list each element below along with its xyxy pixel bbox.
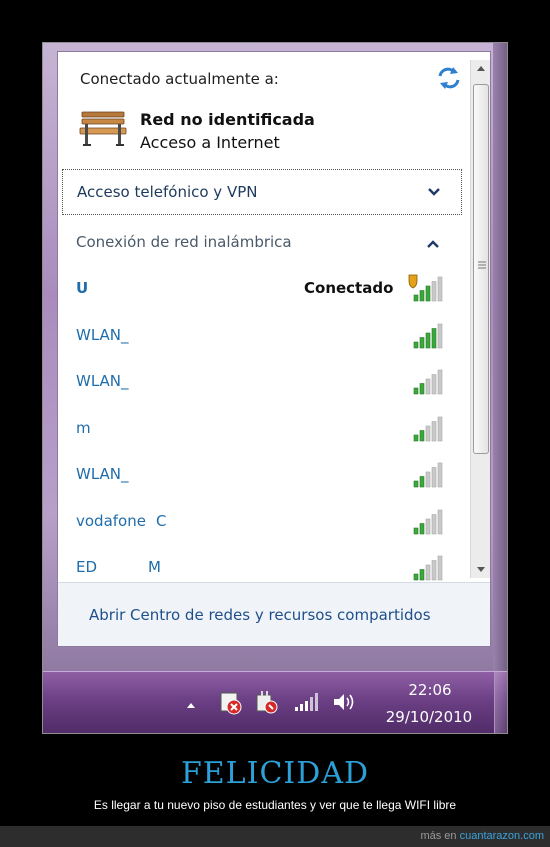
clock-time[interactable]: 22:06	[385, 681, 475, 699]
current-network-name: Red no identificada	[140, 110, 315, 129]
poster-title: FELICIDAD	[180, 756, 370, 791]
wifi-network-row[interactable]: vodafone C	[62, 501, 462, 541]
network-flyout: Conectado actualmente a: Red no identifi…	[57, 51, 491, 647]
signal-bar	[425, 471, 431, 488]
signal-bar	[431, 281, 437, 302]
wifi-network-row[interactable]: m	[62, 408, 462, 448]
show-hidden-icons-arrow[interactable]	[185, 700, 197, 710]
signal-bar	[437, 369, 443, 395]
wifi-network-row[interactable]: WLAN_	[62, 361, 462, 401]
credit-prefix: más en	[420, 830, 457, 842]
signal-bar	[437, 462, 443, 488]
signal-bar	[413, 294, 419, 302]
scroll-thumb[interactable]	[473, 84, 489, 454]
section-dialup-vpn[interactable]: Acceso telefónico y VPN	[62, 169, 462, 215]
speaker-icon[interactable]	[331, 689, 357, 715]
signal-bar	[413, 480, 419, 488]
signal-bar	[437, 416, 443, 441]
scroll-down-arrow-icon[interactable]	[471, 560, 491, 578]
signal-bar	[419, 522, 425, 534]
signal-bar	[431, 374, 437, 395]
wifi-network-name-suffix: C	[156, 511, 167, 530]
scroll-up-arrow-icon[interactable]	[471, 60, 491, 78]
credit-bar: más en cuantarazon.com	[0, 826, 550, 847]
clock-date[interactable]: 29/10/2010	[379, 708, 479, 726]
wifi-network-name: vodafone	[76, 511, 146, 530]
signal-bar	[419, 290, 425, 302]
section-wireless[interactable]: Conexión de red inalámbrica	[62, 227, 462, 261]
signal-strength-icon	[413, 323, 443, 348]
current-network-access: Acceso a Internet	[140, 133, 280, 152]
open-network-center-link[interactable]: Abrir Centro de redes y recursos compart…	[89, 606, 431, 624]
signal-bar	[431, 560, 437, 581]
signal-bar	[431, 467, 437, 488]
signal-bar	[425, 332, 431, 348]
signal-bar	[419, 476, 425, 488]
signal-bar	[413, 573, 419, 581]
signal-bar	[419, 429, 425, 441]
signal-bar	[437, 555, 443, 581]
refresh-icon[interactable]	[436, 66, 462, 90]
chevron-down-icon	[428, 188, 440, 196]
signal-bar	[425, 378, 431, 395]
credit-text: más en cuantarazon.com	[420, 830, 544, 842]
signal-bar	[437, 276, 443, 302]
wifi-network-row[interactable]: U Conectado	[62, 268, 462, 308]
signal-strength-icon	[408, 274, 443, 302]
section-dialup-label: Acceso telefónico y VPN	[77, 183, 258, 201]
signal-bar	[425, 518, 431, 534]
wifi-network-row[interactable]: WLAN_	[62, 454, 462, 494]
signal-bar	[437, 509, 443, 534]
wireless-signal-icon[interactable]	[293, 689, 319, 715]
signal-bar	[413, 527, 419, 534]
signal-bar	[425, 564, 431, 581]
poster-subtitle: Es llegar a tu nuevo piso de estudiantes…	[93, 798, 457, 812]
signal-strength-icon	[413, 509, 443, 534]
screenshot-frame: Conectado actualmente a: Red no identifi…	[42, 42, 508, 734]
flyout-footer: Abrir Centro de redes y recursos compart…	[58, 582, 490, 646]
signal-strength-icon	[413, 555, 443, 581]
signal-strength-icon	[413, 416, 443, 441]
wifi-connection-state: Conectado	[304, 279, 394, 297]
signal-strength-icon	[413, 369, 443, 395]
signal-bar	[413, 387, 419, 395]
wifi-network-name-suffix: M	[148, 558, 161, 576]
park-bench-icon	[79, 111, 127, 146]
action-center-flag-icon[interactable]	[217, 689, 243, 715]
security-warning-shield-icon	[408, 274, 418, 289]
wifi-network-name: WLAN_	[76, 372, 129, 390]
signal-bar	[431, 327, 437, 348]
window-glass-edge	[493, 43, 507, 671]
signal-bar	[425, 285, 431, 302]
credit-site-link[interactable]: cuantarazon.com	[460, 830, 544, 842]
show-desktop-button[interactable]	[494, 672, 507, 733]
wifi-network-name: U	[76, 279, 89, 297]
signal-bar	[431, 513, 437, 534]
signal-bar	[419, 383, 425, 395]
wifi-network-row[interactable]: ED M	[62, 547, 462, 587]
wifi-network-name: WLAN_	[76, 465, 129, 483]
section-wireless-label: Conexión de red inalámbrica	[76, 233, 292, 251]
power-plug-icon[interactable]	[253, 689, 279, 715]
wifi-network-name: WLAN_	[76, 325, 129, 344]
chevron-up-icon	[427, 240, 439, 248]
signal-bar	[431, 420, 437, 441]
wifi-network-name: m	[76, 418, 91, 437]
scrollbar[interactable]	[470, 60, 490, 578]
signal-strength-icon	[413, 462, 443, 488]
signal-bar	[419, 569, 425, 581]
signal-bar	[413, 341, 419, 348]
taskbar: 22:06 29/10/2010	[43, 671, 507, 733]
signal-bar	[419, 336, 425, 348]
wifi-network-row[interactable]: WLAN_	[62, 315, 462, 355]
current-connection-label: Conectado actualmente a:	[80, 70, 279, 88]
signal-bar	[413, 434, 419, 441]
scroll-grip-icon	[478, 261, 486, 269]
signal-bar	[437, 323, 443, 348]
wifi-network-name: ED	[76, 558, 98, 576]
signal-bar	[425, 425, 431, 441]
